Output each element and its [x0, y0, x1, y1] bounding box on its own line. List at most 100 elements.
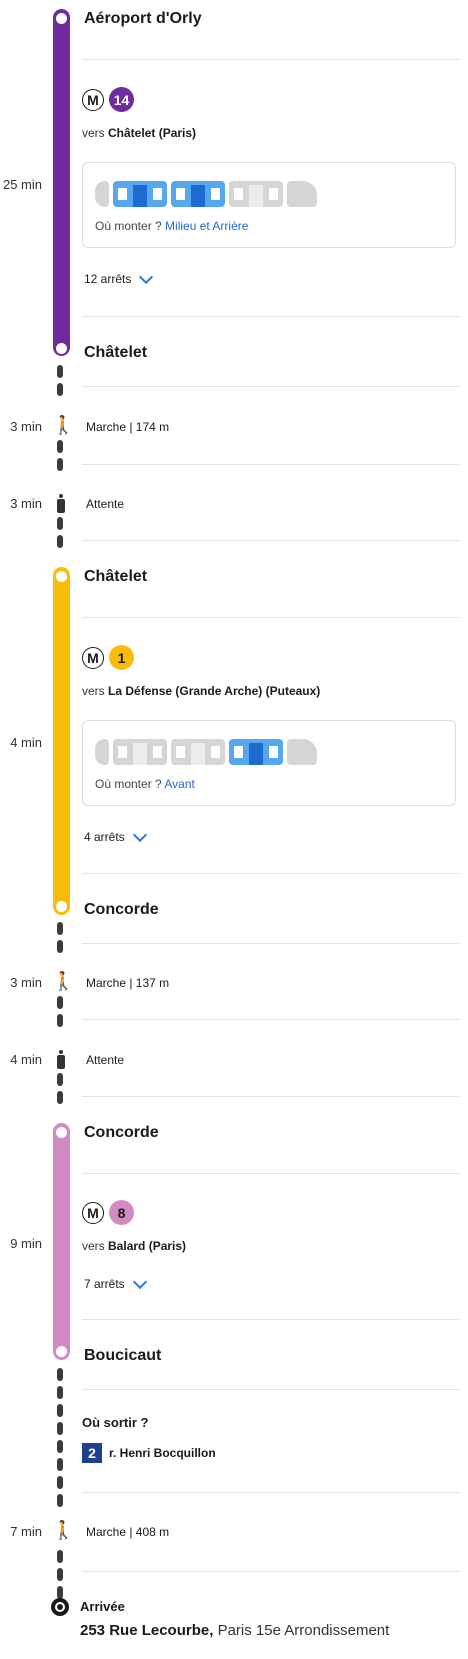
walk-dash: [57, 1458, 63, 1471]
divider: [82, 316, 460, 317]
train-car-highlighted: [229, 739, 283, 765]
stop-name[interactable]: Concorde: [84, 1124, 159, 1142]
train-car: [171, 739, 225, 765]
walk-dash: [57, 1386, 63, 1399]
walk-dash: [57, 1476, 63, 1489]
stops-toggle[interactable]: 4 arrêts: [84, 827, 147, 844]
stop-name[interactable]: Châtelet: [84, 344, 147, 362]
walk-text: Marche | 174 m: [86, 420, 170, 434]
divider: [82, 1096, 460, 1097]
stop-marker: [56, 571, 67, 582]
boarding-position-card: Où monter ? Avant: [82, 720, 456, 806]
stops-toggle[interactable]: 12 arrêts: [84, 269, 154, 286]
arrival-city: Paris 15e Arrondissement: [217, 1622, 390, 1639]
walk-dash: [57, 535, 63, 548]
direction: vers Châtelet (Paris): [82, 126, 197, 140]
arrival-marker-icon: [51, 1598, 69, 1616]
stop-name[interactable]: Boucicaut: [84, 1347, 161, 1365]
stop-marker: [56, 1127, 67, 1138]
walk-icon: 🚶: [52, 1520, 75, 1540]
chevron-down-icon: [132, 1274, 147, 1289]
divider: [82, 386, 460, 387]
wait-icon: [56, 1050, 66, 1070]
train-car-highlighted: [113, 181, 167, 207]
train-car: [113, 739, 167, 765]
segment-duration: 25 min: [2, 177, 42, 192]
divider: [82, 540, 460, 541]
walk-dash: [57, 1550, 63, 1563]
exit-info: 2 r. Henri Bocquillon: [82, 1443, 216, 1463]
walk-dash: [57, 517, 63, 530]
wait-text: Attente: [86, 1053, 125, 1067]
chevron-down-icon: [139, 269, 154, 284]
boarding-position-card: Où monter ? Milieu et Arrière: [82, 162, 456, 248]
divider: [82, 1019, 460, 1020]
metro-line-8: M 8: [82, 1200, 134, 1225]
arrival-street: 253 Rue Lecourbe,: [80, 1622, 214, 1639]
boarding-hint: Où monter ? Milieu et Arrière: [95, 219, 249, 233]
boarding-value: Milieu et Arrière: [165, 219, 249, 233]
stops-toggle[interactable]: 7 arrêts: [84, 1274, 147, 1291]
train-diagram: [95, 739, 317, 765]
walk-dash: [57, 440, 63, 453]
line-1-badge: 1: [109, 645, 134, 670]
walk-dash: [57, 1404, 63, 1417]
line-8-badge: 8: [109, 1200, 134, 1225]
walk-dash: [57, 1368, 63, 1381]
walk-text: Marche | 408 m: [86, 1525, 170, 1539]
boarding-value: Avant: [164, 777, 195, 791]
stop-marker: [56, 1346, 67, 1357]
stop-marker: [56, 343, 67, 354]
boarding-hint: Où monter ? Avant: [95, 777, 195, 791]
stop-name[interactable]: Concorde: [84, 901, 159, 919]
direction-name: Châtelet (Paris): [108, 126, 197, 140]
walk-dash: [57, 365, 63, 378]
train-diagram: [95, 181, 317, 207]
arrival-label: Arrivée: [80, 1599, 125, 1614]
train-car-highlighted: [171, 181, 225, 207]
walk-dash: [57, 1494, 63, 1507]
direction: vers La Défense (Grande Arche) (Puteaux): [82, 684, 321, 698]
stop-name-origin[interactable]: Aéroport d'Orly: [84, 10, 202, 28]
metro-line-1: M 1: [82, 645, 134, 670]
direction-name: La Défense (Grande Arche) (Puteaux): [108, 684, 321, 698]
walk-dash: [57, 458, 63, 471]
walk-dash: [57, 1091, 63, 1104]
exit-label: Où sortir ?: [82, 1415, 149, 1430]
wait-duration: 3 min: [10, 496, 42, 511]
train-car: [229, 181, 283, 207]
walk-dash: [57, 922, 63, 935]
train-nose: [287, 181, 317, 207]
divider: [82, 1319, 460, 1320]
divider: [82, 1492, 460, 1493]
walk-duration: 3 min: [10, 975, 42, 990]
arrival-address: 253 Rue Lecourbe, Paris 15e Arrondisseme…: [80, 1622, 389, 1639]
walk-dash: [57, 1568, 63, 1581]
line-14-badge: 14: [109, 87, 134, 112]
stop-marker: [56, 901, 67, 912]
divider: [82, 59, 460, 60]
exit-number-badge: 2: [82, 1443, 102, 1463]
walk-duration: 3 min: [10, 419, 42, 434]
divider: [82, 1571, 460, 1572]
walk-dash: [57, 1014, 63, 1027]
train-car: [95, 181, 109, 207]
line-8-bar: [53, 1123, 70, 1360]
train-car: [95, 739, 109, 765]
segment-duration: 4 min: [10, 735, 42, 750]
metro-icon: M: [82, 1201, 104, 1224]
direction: vers Balard (Paris): [82, 1239, 187, 1253]
walk-dash: [57, 940, 63, 953]
line-1-bar: [53, 567, 70, 915]
walk-duration: 7 min: [10, 1524, 42, 1539]
walk-icon: 🚶: [52, 415, 75, 435]
wait-duration: 4 min: [10, 1052, 42, 1067]
metro-icon: M: [82, 646, 104, 669]
walk-text: Marche | 137 m: [86, 976, 170, 990]
divider: [82, 943, 460, 944]
walk-icon: 🚶: [52, 971, 75, 991]
stop-name[interactable]: Châtelet: [84, 568, 147, 586]
divider: [82, 1173, 460, 1174]
chevron-down-icon: [132, 827, 147, 842]
stop-marker: [56, 13, 67, 24]
